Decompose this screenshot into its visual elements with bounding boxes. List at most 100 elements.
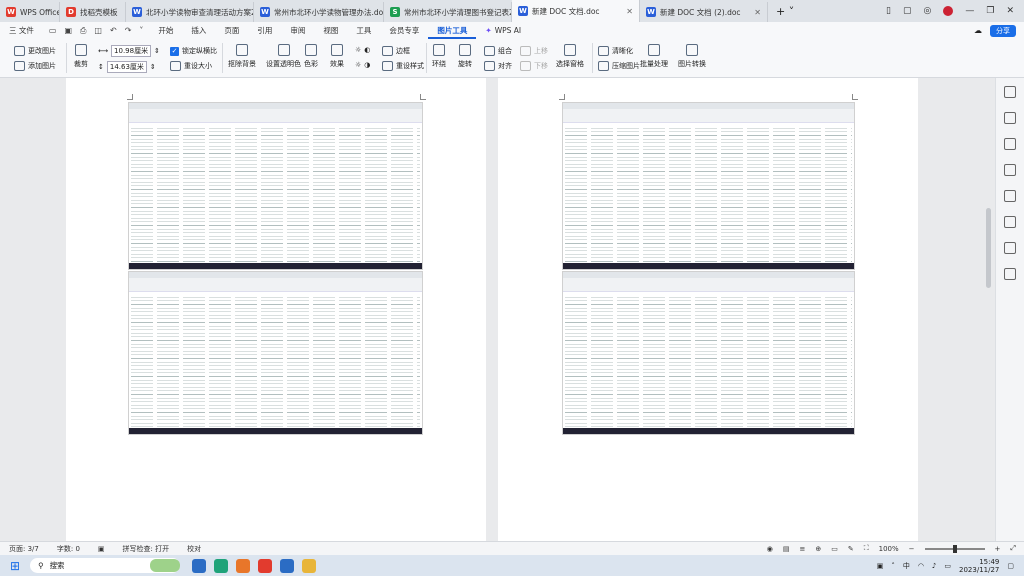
sidebar-pen-icon[interactable]: [1004, 138, 1016, 150]
file-menu[interactable]: 三 文件: [0, 22, 43, 39]
zoom-level[interactable]: 100%: [879, 545, 899, 553]
wifi-icon[interactable]: ◠: [918, 562, 924, 570]
sidebar-more-icon[interactable]: [1004, 268, 1016, 280]
screenshot-image[interactable]: [562, 102, 855, 270]
selection-pane-button[interactable]: 选择窗格: [556, 44, 584, 69]
preview-icon[interactable]: ◫: [94, 26, 102, 35]
new-tab-button[interactable]: + ˅: [768, 2, 802, 22]
brightness-down-icon[interactable]: ☼: [355, 61, 361, 69]
change-picture-button[interactable]: 更改图片: [14, 46, 56, 56]
restore-icon[interactable]: ❐: [986, 6, 994, 16]
firefox-icon[interactable]: [236, 558, 251, 573]
sidebar-settings-icon[interactable]: [1004, 86, 1016, 98]
word-count[interactable]: 字数: 0: [48, 544, 89, 554]
wps-taskbar-icon[interactable]: [258, 558, 273, 573]
zoom-in-icon[interactable]: +: [995, 545, 1001, 553]
rotate-button[interactable]: 旋转: [458, 44, 472, 69]
menu-tools[interactable]: 工具: [347, 22, 380, 39]
page-right[interactable]: [498, 78, 918, 541]
lock-ratio-checkbox[interactable]: ✓ 锁定纵横比: [170, 46, 217, 56]
redo-icon[interactable]: ↷: [125, 26, 132, 35]
brightness-icons-2[interactable]: ☼ ◑: [355, 61, 370, 69]
group-button[interactable]: 组合: [484, 46, 512, 56]
proofread-button[interactable]: 校对: [178, 544, 210, 554]
cloud-icon[interactable]: ☁: [974, 26, 982, 35]
page-indicator[interactable]: 页面: 3/7: [0, 544, 48, 554]
focus-icon[interactable]: ⛶: [864, 544, 869, 553]
print-icon[interactable]: ⎙: [80, 26, 86, 36]
tab-doc-new2[interactable]: W 新建 DOC 文档 (2).doc ✕: [640, 2, 768, 22]
bring-forward-button[interactable]: 上移: [520, 46, 548, 56]
tab-sheet[interactable]: S 常州市北环小学清理图书登记表20: [384, 2, 512, 22]
convert-button[interactable]: 图片转换: [678, 44, 706, 69]
windows-start-icon[interactable]: ⊞: [10, 559, 20, 573]
brightness-icon[interactable]: ☼: [355, 46, 361, 54]
sidebar-share-icon[interactable]: [1004, 164, 1016, 176]
screenshot-image[interactable]: [128, 102, 423, 270]
zoom-slider[interactable]: [924, 544, 985, 553]
web-view-icon[interactable]: ⊕: [815, 545, 821, 553]
reset-style-button[interactable]: 重设样式: [382, 61, 424, 71]
effects-button[interactable]: 效果: [330, 44, 344, 69]
contrast-down-icon[interactable]: ◑: [364, 61, 370, 69]
close-icon[interactable]: ✕: [754, 8, 761, 17]
share-button[interactable]: 分享: [990, 24, 1016, 37]
brightness-icons[interactable]: ☼ ◐: [355, 46, 370, 54]
more-icon[interactable]: ˅: [139, 26, 143, 35]
add-picture-button[interactable]: 添加图片: [14, 61, 56, 71]
app-icon[interactable]: [280, 558, 295, 573]
skin-icon[interactable]: ◎: [924, 6, 932, 16]
menu-home[interactable]: 开始: [149, 22, 182, 39]
taskbar-search[interactable]: ⚲ 搜索: [30, 558, 181, 573]
vertical-scrollbar[interactable]: [986, 208, 991, 288]
spell-check-icon[interactable]: ▣: [89, 545, 114, 553]
avatar[interactable]: [943, 6, 954, 16]
menu-review[interactable]: 审阅: [281, 22, 314, 39]
menu-member[interactable]: 会员专享: [380, 22, 428, 39]
task-view-icon[interactable]: [192, 558, 207, 573]
clock[interactable]: 15:49 2023/11/27: [959, 558, 999, 574]
window-close-icon[interactable]: ✕: [1006, 6, 1014, 16]
spell-check-status[interactable]: 拼写检查: 打开: [114, 544, 179, 554]
volume-icon[interactable]: ♪: [932, 562, 936, 570]
spinner-icon[interactable]: ⇕: [150, 63, 156, 71]
file-explorer-icon[interactable]: [302, 558, 317, 573]
language-icon[interactable]: 中: [903, 561, 910, 571]
fit-page-icon[interactable]: ⤢: [1010, 544, 1016, 553]
compress-button[interactable]: 压缩图片: [598, 61, 640, 71]
screenshot-image[interactable]: [128, 271, 423, 435]
outline-view-icon[interactable]: ≡: [799, 545, 805, 553]
set-transparent-button[interactable]: 设置透明色: [266, 44, 301, 69]
reset-size-button[interactable]: 重设大小: [170, 61, 212, 71]
open-icon[interactable]: ▭: [49, 26, 57, 35]
menu-page[interactable]: 页面: [215, 22, 248, 39]
screenshot-image[interactable]: [562, 271, 855, 435]
sharpen-button[interactable]: 清晰化: [598, 46, 633, 56]
batch-process-button[interactable]: 批量处理: [640, 44, 668, 69]
save-icon[interactable]: ▣: [64, 26, 72, 35]
menu-picture-tools[interactable]: 图片工具: [428, 22, 477, 39]
menu-reference[interactable]: 引用: [248, 22, 281, 39]
crop-button[interactable]: 裁剪: [74, 44, 88, 69]
page-left[interactable]: [66, 78, 486, 541]
sidebar-compare-icon[interactable]: [1004, 216, 1016, 228]
sidebar-translate-icon[interactable]: [1004, 190, 1016, 202]
height-field[interactable]: ↕ 14.63厘米 ⇕: [98, 61, 156, 73]
zoom-out-icon[interactable]: −: [909, 545, 915, 553]
remove-background-button[interactable]: 抠除背景: [228, 44, 256, 69]
edge-icon[interactable]: [214, 558, 229, 573]
wrap-button[interactable]: 环绕: [432, 44, 446, 69]
contrast-icon[interactable]: ◐: [364, 46, 370, 54]
minimize-icon[interactable]: —: [965, 6, 974, 16]
color-button[interactable]: 色彩: [304, 44, 318, 69]
undo-icon[interactable]: ↶: [110, 26, 117, 35]
tab-doc-1[interactable]: W 北环小学读物审查清理活动方案2023: [126, 2, 254, 22]
send-backward-button[interactable]: 下移: [520, 61, 548, 71]
notification-icon[interactable]: ▢: [1007, 562, 1014, 570]
read-mode-icon[interactable]: ▭: [831, 545, 838, 553]
menu-insert[interactable]: 插入: [182, 22, 215, 39]
align-button[interactable]: 对齐: [484, 61, 512, 71]
multi-window-icon[interactable]: ▢: [903, 6, 912, 16]
tab-doc-active[interactable]: W 新建 DOC 文档.doc ✕: [512, 0, 640, 22]
tab-template[interactable]: D 找稻壳模板: [60, 2, 126, 22]
